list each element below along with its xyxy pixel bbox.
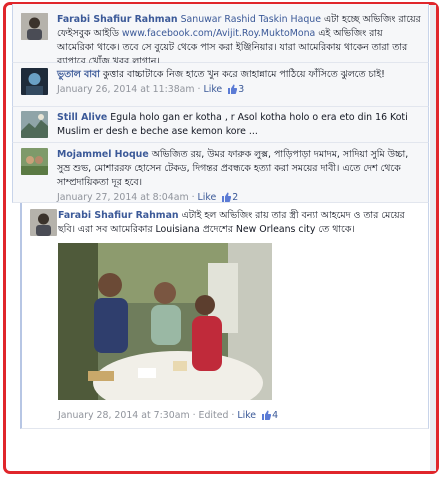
comment-author[interactable]: Farabi Shafiur Rahman — [57, 14, 178, 25]
avatar[interactable] — [21, 68, 48, 95]
comment-body: Still Alive Egula holo gan er kotha , r … — [57, 111, 428, 139]
avatar-photo — [21, 68, 48, 95]
comment: Farabi Shafiur Rahman Sanuwar Rashid Tas… — [12, 4, 429, 67]
timestamp[interactable]: January 28, 2014 at 7:30am — [58, 410, 190, 421]
comment-meta: January 26, 2014 at 11:38am · Like 3 — [57, 83, 422, 97]
separator: · — [191, 192, 195, 203]
avatar[interactable] — [21, 111, 48, 138]
comment-body: Farabi Shafiur Rahman এটাই হল অভিজিং রায… — [58, 209, 428, 423]
like-button[interactable]: Like — [198, 192, 217, 203]
tagged-users[interactable]: Sanuwar Rashid Taskin Haque — [181, 14, 321, 25]
comment-thread: Farabi Shafiur Rahman Sanuwar Rashid Tas… — [12, 4, 429, 429]
like-button[interactable]: Like — [237, 410, 256, 421]
comment: Mojammel Hoque অভিজিত রয়, উমর ফারুক লুক… — [12, 143, 429, 203]
separator: · — [231, 410, 235, 421]
like-button[interactable]: Like — [204, 84, 223, 95]
profile-link[interactable]: www.facebook.com/Avijit.Roy.MuktoMona — [122, 28, 315, 39]
comment: Still Alive Egula holo gan er kotha , r … — [12, 107, 429, 143]
comment-body: Mojammel Hoque অভিজিত রয়, উমর ফারুক লুক… — [57, 148, 428, 205]
family-photo — [58, 243, 272, 400]
comment: ভুতাল বাবা কুত্তার বাচ্চাটাকে নিজ হাতে খ… — [12, 63, 429, 107]
avatar-photo — [21, 111, 48, 138]
separator: · — [197, 84, 201, 95]
timestamp[interactable]: January 27, 2014 at 8:04am — [57, 192, 189, 203]
avatar-photo — [21, 148, 48, 175]
scrollbar[interactable] — [430, 5, 436, 471]
comment-author[interactable]: Mojammel Hoque — [57, 149, 149, 160]
avatar-photo — [21, 13, 48, 40]
avatar[interactable] — [30, 209, 57, 236]
comment-body: ভুতাল বাবা কুত্তার বাচ্চাটাকে নিজ হাতে খ… — [57, 68, 428, 97]
like-count[interactable]: 3 — [238, 84, 244, 95]
like-count[interactable]: 4 — [272, 410, 278, 421]
edited-label[interactable]: Edited — [199, 410, 229, 421]
comment-text: কুত্তার বাচ্চাটাকে নিজ হাতে খুন করে জাহা… — [102, 69, 385, 80]
attached-photo[interactable] — [58, 243, 272, 400]
comment-body: Farabi Shafiur Rahman Sanuwar Rashid Tas… — [57, 13, 428, 69]
timestamp[interactable]: January 26, 2014 at 11:38am — [57, 84, 195, 95]
separator: · — [192, 410, 196, 421]
like-count[interactable]: 2 — [232, 192, 238, 203]
thumbs-up-icon — [222, 192, 232, 202]
thumbs-up-icon — [228, 84, 238, 94]
comment-meta: January 28, 2014 at 7:30am · Edited · Li… — [58, 409, 422, 423]
avatar[interactable] — [21, 148, 48, 175]
comment: Farabi Shafiur Rahman এটাই হল অভিজিং রায… — [20, 203, 429, 429]
comment-text: Egula holo gan er kotha , r Asol kotha h… — [57, 112, 408, 137]
comment-author[interactable]: Still Alive — [57, 112, 107, 123]
avatar-photo — [30, 209, 57, 236]
comment-author[interactable]: Farabi Shafiur Rahman — [58, 210, 179, 221]
avatar[interactable] — [21, 13, 48, 40]
thumbs-up-icon — [262, 410, 272, 420]
comment-author[interactable]: ভুতাল বাবা — [57, 69, 100, 80]
